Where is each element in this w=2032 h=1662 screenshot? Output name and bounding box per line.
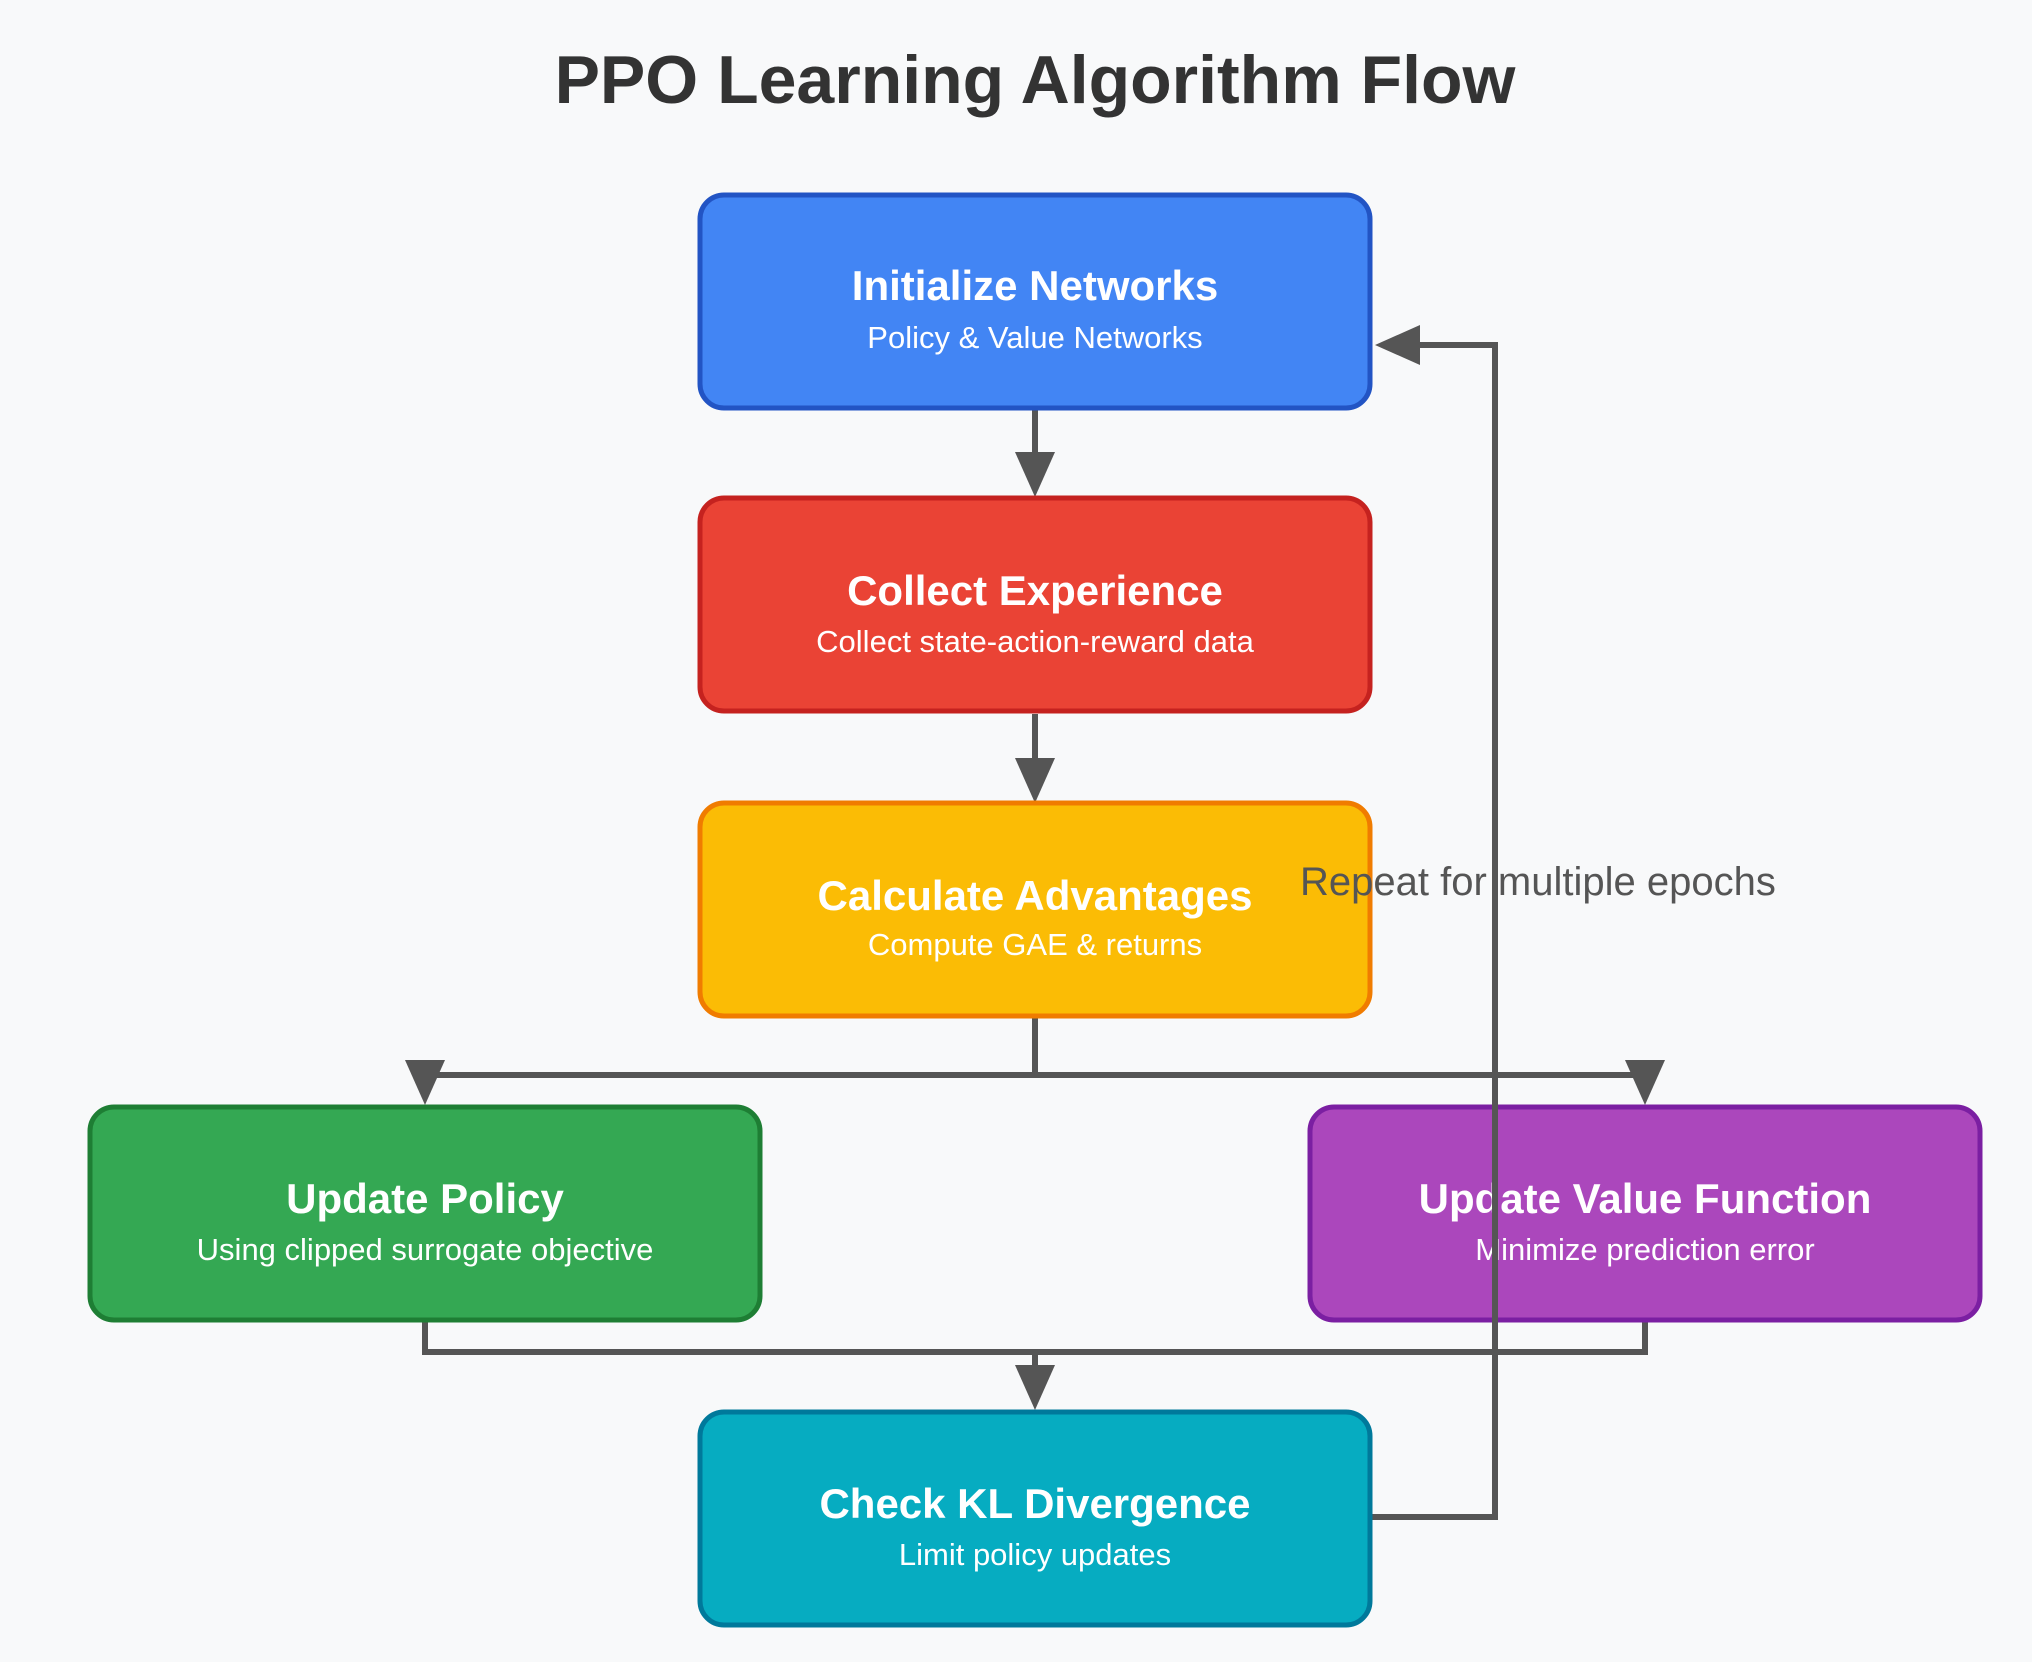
node-calculate-advantages-title: Calculate Advantages xyxy=(818,872,1253,919)
node-calculate-advantages-subtitle: Compute GAE & returns xyxy=(868,927,1202,962)
node-update-policy: Update Policy Using clipped surrogate ob… xyxy=(87,1104,763,1323)
node-calculate-advantages: Calculate Advantages Compute GAE & retur… xyxy=(697,800,1373,1019)
flow-diagram: PPO Learning Algorithm Flow Initialize N… xyxy=(0,0,2032,1662)
node-update-policy-subtitle: Using clipped surrogate objective xyxy=(197,1232,654,1267)
node-initialize-networks: Initialize Networks Policy & Value Netwo… xyxy=(697,192,1373,411)
node-collect-experience-subtitle: Collect state-action-reward data xyxy=(816,624,1254,659)
node-check-kl-divergence-subtitle: Limit policy updates xyxy=(899,1537,1171,1572)
diagram-title: PPO Learning Algorithm Flow xyxy=(555,42,1517,118)
loop-label: Repeat for multiple epochs xyxy=(1300,860,1776,904)
node-update-value-function: Update Value Function Minimize predictio… xyxy=(1307,1104,1983,1323)
node-initialize-networks-subtitle: Policy & Value Networks xyxy=(867,320,1202,355)
node-update-value-function-subtitle: Minimize prediction error xyxy=(1475,1232,1814,1267)
diagram-canvas: PPO Learning Algorithm Flow Initialize N… xyxy=(0,0,2032,1662)
node-collect-experience: Collect Experience Collect state-action-… xyxy=(697,495,1373,714)
node-update-policy-title: Update Policy xyxy=(286,1175,564,1222)
node-initialize-networks-title: Initialize Networks xyxy=(852,262,1218,309)
node-check-kl-divergence: Check KL Divergence Limit policy updates xyxy=(697,1409,1373,1628)
node-collect-experience-title: Collect Experience xyxy=(847,567,1223,614)
node-update-value-function-title: Update Value Function xyxy=(1419,1175,1872,1222)
node-check-kl-divergence-title: Check KL Divergence xyxy=(819,1480,1250,1527)
